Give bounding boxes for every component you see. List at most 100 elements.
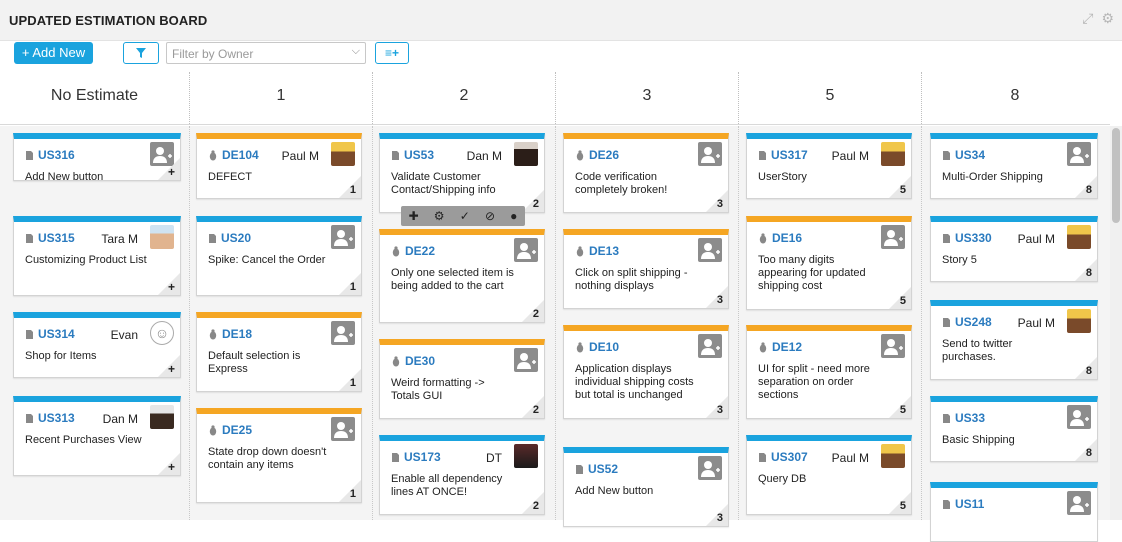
card-us52[interactable]: US52 Add New button 3: [563, 447, 729, 527]
card-id-text[interactable]: DE18: [222, 327, 252, 341]
add-estimate-button[interactable]: +: [168, 280, 175, 294]
card-id-link[interactable]: DE13: [575, 244, 619, 258]
card-id-text[interactable]: US248: [955, 315, 992, 329]
card-id-link[interactable]: DE25: [208, 423, 252, 437]
assign-user-icon[interactable]: [1067, 142, 1091, 166]
card-id-link[interactable]: US330: [942, 231, 992, 245]
card-de30[interactable]: DE30 Weird formatting -> Totals GUI 2: [379, 339, 545, 419]
card-id-text[interactable]: DE10: [589, 340, 619, 354]
assign-user-icon[interactable]: [1067, 491, 1091, 515]
gear-icon[interactable]: ⚙: [434, 209, 445, 223]
expand-icon[interactable]: ⤢: [1082, 11, 1093, 25]
card-de12[interactable]: DE12 UI for split - need more separation …: [746, 325, 912, 419]
card-de104[interactable]: DE104 Paul M DEFECT 1: [196, 133, 362, 199]
card-us314[interactable]: US314 Evan ☺ Shop for Items +: [13, 312, 181, 378]
owner-avatar[interactable]: [331, 142, 355, 166]
card-us33[interactable]: US33 Basic Shipping 8: [930, 396, 1098, 462]
owner-avatar[interactable]: [881, 142, 905, 166]
card-id-text[interactable]: DE16: [772, 231, 802, 245]
filter-button[interactable]: [123, 42, 159, 64]
card-id-link[interactable]: DE22: [391, 244, 435, 258]
card-id-text[interactable]: DE13: [589, 244, 619, 258]
card-id-text[interactable]: DE26: [589, 148, 619, 162]
card-de22[interactable]: DE22 Only one selected item is being adde…: [379, 229, 545, 323]
owner-avatar[interactable]: [150, 405, 174, 429]
assign-user-icon[interactable]: [1067, 405, 1091, 429]
card-id-text[interactable]: US52: [588, 462, 618, 476]
card-id-link[interactable]: US173: [391, 450, 441, 464]
card-de26[interactable]: DE26 Code verification completely broken!…: [563, 133, 729, 213]
color-drop-icon[interactable]: ●: [510, 209, 517, 223]
card-id-link[interactable]: DE12: [758, 340, 802, 354]
card-de18[interactable]: DE18 Default selection is Express 1: [196, 312, 362, 392]
assign-user-icon[interactable]: [331, 225, 355, 249]
card-us330[interactable]: US330 Paul M Story 5 8: [930, 216, 1098, 282]
card-de13[interactable]: DE13 Click on split shipping - nothing di…: [563, 229, 729, 309]
checkmark-icon[interactable]: ✓: [460, 209, 470, 223]
assign-user-icon[interactable]: [514, 238, 538, 262]
card-id-text[interactable]: US313: [38, 411, 75, 425]
card-us11[interactable]: US11: [930, 482, 1098, 542]
card-id-text[interactable]: US173: [404, 450, 441, 464]
card-id-link[interactable]: DE104: [208, 148, 259, 162]
add-new-button[interactable]: + Add New: [14, 42, 93, 64]
card-id-link[interactable]: US33: [942, 411, 985, 425]
assign-user-icon[interactable]: [698, 334, 722, 358]
add-estimate-button[interactable]: +: [168, 362, 175, 376]
owner-avatar[interactable]: [1067, 225, 1091, 249]
add-estimate-button[interactable]: +: [168, 460, 175, 474]
owner-avatar[interactable]: [514, 444, 538, 468]
card-id-link[interactable]: DE26: [575, 148, 619, 162]
owner-avatar[interactable]: [881, 444, 905, 468]
assign-user-icon[interactable]: [698, 142, 722, 166]
card-id-text[interactable]: US315: [38, 231, 75, 245]
card-id-text[interactable]: US20: [221, 231, 251, 245]
add-icon[interactable]: ✚: [409, 209, 419, 223]
card-id-text[interactable]: DE104: [222, 148, 259, 162]
card-us313[interactable]: US313 Dan M Recent Purchases View +: [13, 396, 181, 476]
card-us173[interactable]: US173 DT Enable all dependency lines AT ON…: [379, 435, 545, 515]
card-id-text[interactable]: US314: [38, 327, 75, 341]
assign-user-icon[interactable]: [698, 456, 722, 480]
card-id-text[interactable]: DE12: [772, 340, 802, 354]
card-id-link[interactable]: US316: [25, 148, 75, 162]
card-us316[interactable]: US316 Add New button +: [13, 133, 181, 183]
card-id-text[interactable]: US316: [38, 148, 75, 162]
card-id-text[interactable]: US33: [955, 411, 985, 425]
assign-user-icon[interactable]: [698, 238, 722, 262]
card-id-text[interactable]: US53: [404, 148, 434, 162]
assign-user-icon[interactable]: [514, 348, 538, 372]
card-id-link[interactable]: US20: [208, 231, 251, 245]
card-de16[interactable]: DE16 Too many digits appearing for update…: [746, 216, 912, 310]
card-us315[interactable]: US315 Tara M Customizing Product List +: [13, 216, 181, 296]
card-de10[interactable]: DE10 Application displays individual ship…: [563, 325, 729, 419]
scrollbar-thumb[interactable]: [1112, 128, 1120, 223]
card-id-link[interactable]: US53: [391, 148, 434, 162]
gear-icon[interactable]: ⚙: [1101, 11, 1114, 25]
block-icon[interactable]: ⊘: [485, 209, 495, 223]
owner-filter-select[interactable]: Filter by Owner ⌵: [166, 42, 366, 64]
card-id-link[interactable]: US11: [942, 497, 984, 511]
card-id-text[interactable]: DE25: [222, 423, 252, 437]
card-id-link[interactable]: US313: [25, 411, 75, 425]
owner-avatar[interactable]: ☺: [150, 321, 174, 345]
card-id-link[interactable]: US317: [758, 148, 808, 162]
card-id-text[interactable]: US11: [955, 497, 984, 511]
card-us53[interactable]: US53 Dan M Validate Customer Contact/Shipp…: [379, 133, 545, 213]
card-id-text[interactable]: US330: [955, 231, 992, 245]
owner-avatar[interactable]: [514, 142, 538, 166]
add-estimate-button[interactable]: +: [168, 165, 175, 179]
card-id-link[interactable]: DE10: [575, 340, 619, 354]
card-us20[interactable]: US20 Spike: Cancel the Order 1: [196, 216, 362, 296]
card-id-link[interactable]: US307: [758, 450, 808, 464]
assign-user-icon[interactable]: [331, 417, 355, 441]
card-us317[interactable]: US317 Paul M UserStory 5: [746, 133, 912, 199]
card-id-text[interactable]: US34: [955, 148, 985, 162]
card-id-link[interactable]: US52: [575, 462, 618, 476]
assign-user-icon[interactable]: [881, 225, 905, 249]
card-id-link[interactable]: DE16: [758, 231, 802, 245]
card-id-link[interactable]: DE30: [391, 354, 435, 368]
card-us307[interactable]: US307 Paul M Query DB 5: [746, 435, 912, 515]
card-id-text[interactable]: DE30: [405, 354, 435, 368]
assign-user-icon[interactable]: [331, 321, 355, 345]
